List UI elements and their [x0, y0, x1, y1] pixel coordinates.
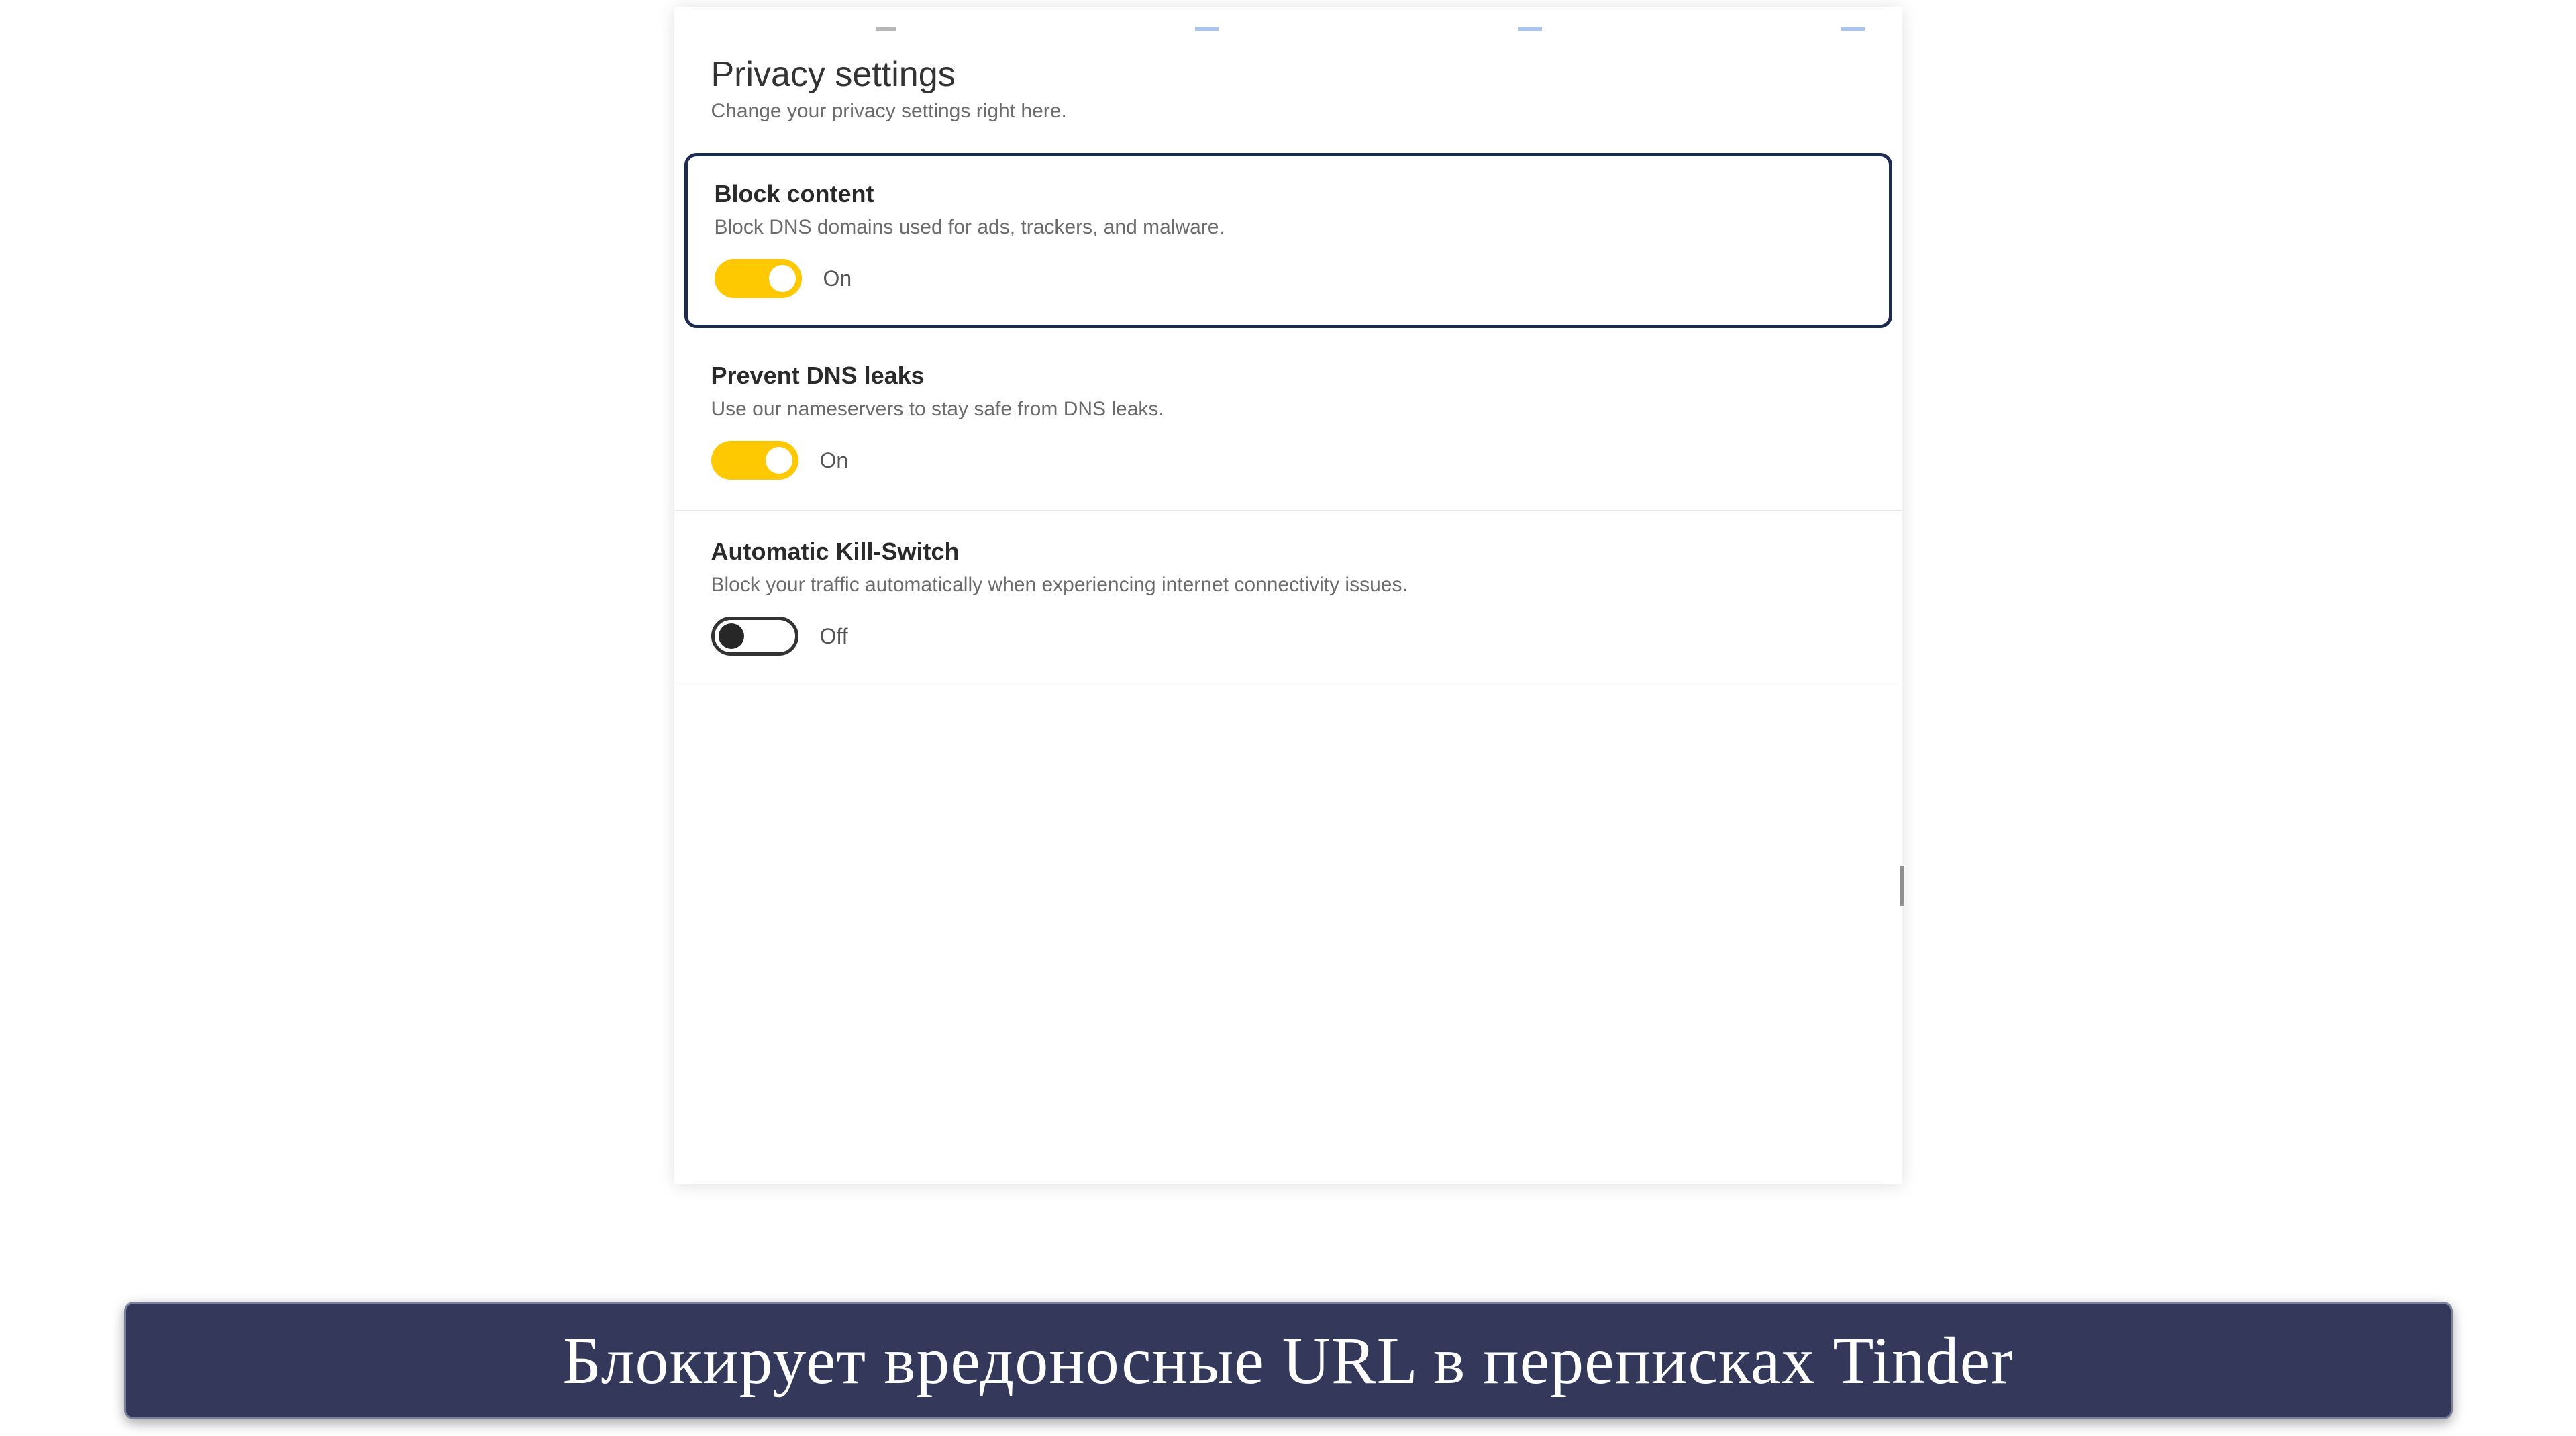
- settings-panel-wrapper: Privacy settings Change your privacy set…: [674, 7, 1902, 1184]
- tab-indicators: [674, 27, 1902, 31]
- toggle-row: On: [711, 441, 1865, 480]
- toggle-state-label: On: [823, 266, 852, 291]
- scrollbar-thumb-icon[interactable]: [1900, 866, 1904, 906]
- setting-block-content: Block content Block DNS domains used for…: [684, 153, 1892, 328]
- kill-switch-toggle[interactable]: [711, 617, 798, 656]
- caption-text: Блокирует вредоносные URL в переписках T…: [563, 1322, 2014, 1399]
- page-title: Privacy settings: [711, 54, 1865, 95]
- setting-title: Prevent DNS leaks: [711, 362, 1865, 390]
- setting-title: Block content: [715, 180, 1862, 208]
- tab-indicator-icon: [876, 27, 896, 31]
- tab-indicator-icon: [1841, 27, 1865, 31]
- toggle-row: On: [715, 259, 1862, 298]
- tab-indicator-icon: [1195, 27, 1219, 31]
- toggle-row: Off: [711, 617, 1865, 656]
- page-header: Privacy settings Change your privacy set…: [674, 48, 1902, 153]
- toggle-knob-icon: [769, 265, 796, 292]
- setting-description: Use our nameservers to stay safe from DN…: [711, 398, 1865, 421]
- setting-description: Block DNS domains used for ads, trackers…: [715, 216, 1862, 239]
- privacy-settings-panel: Privacy settings Change your privacy set…: [674, 7, 1902, 1184]
- toggle-knob-icon: [766, 447, 792, 474]
- toggle-knob-icon: [719, 623, 744, 649]
- toggle-state-label: Off: [820, 624, 848, 649]
- prevent-dns-leaks-toggle[interactable]: [711, 441, 798, 480]
- caption-banner: Блокирует вредоносные URL в переписках T…: [124, 1302, 2453, 1419]
- setting-description: Block your traffic automatically when ex…: [711, 574, 1865, 597]
- setting-kill-switch: Automatic Kill-Switch Block your traffic…: [674, 511, 1902, 686]
- tab-indicator-icon: [1518, 27, 1542, 31]
- setting-prevent-dns-leaks: Prevent DNS leaks Use our nameservers to…: [674, 335, 1902, 511]
- setting-title: Automatic Kill-Switch: [711, 537, 1865, 566]
- toggle-state-label: On: [820, 448, 849, 473]
- block-content-toggle[interactable]: [715, 259, 802, 298]
- page-subtitle: Change your privacy settings right here.: [711, 100, 1865, 123]
